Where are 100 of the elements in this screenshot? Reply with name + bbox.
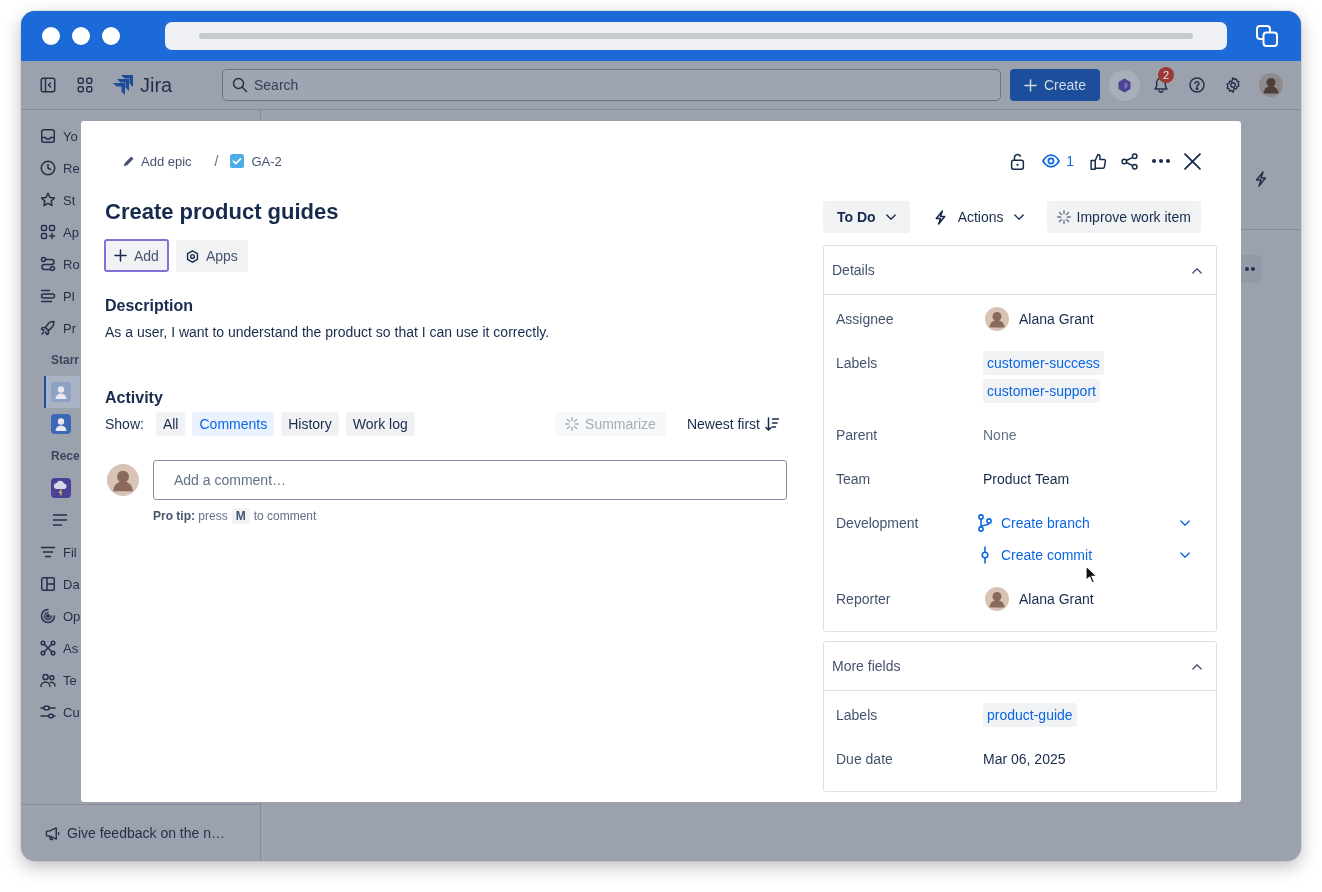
nodes-icon bbox=[40, 640, 56, 656]
chevron-down-icon[interactable] bbox=[1180, 551, 1190, 559]
plus-icon bbox=[1024, 78, 1037, 92]
sliders-icon bbox=[40, 704, 56, 720]
list-icon bbox=[52, 512, 68, 528]
filter-tab[interactable]: History bbox=[281, 412, 339, 436]
sidebar-item[interactable]: Op bbox=[40, 600, 81, 632]
search-icon bbox=[232, 77, 248, 93]
add-epic-button[interactable]: Add epic bbox=[117, 149, 198, 173]
breadcrumb-separator: / bbox=[214, 153, 219, 169]
sort-button[interactable]: Newest first bbox=[678, 412, 787, 436]
pro-tip-text: to comment bbox=[253, 508, 317, 524]
actions-dropdown[interactable]: Actions bbox=[925, 201, 1031, 233]
thumbs-up-icon[interactable] bbox=[1090, 152, 1107, 170]
sidebar-item[interactable]: Cu bbox=[40, 696, 80, 728]
watchers-button[interactable]: 1 bbox=[1040, 149, 1076, 173]
megaphone-icon bbox=[45, 825, 60, 841]
panel-toggle[interactable]: Details bbox=[824, 246, 1216, 295]
avatar-icon bbox=[985, 307, 1009, 331]
improve-work-item-button[interactable]: Improve work item bbox=[1046, 201, 1201, 233]
tray-icon bbox=[40, 128, 56, 144]
sidebar-item[interactable]: Yo bbox=[40, 120, 78, 152]
sidebar-project-item[interactable] bbox=[44, 376, 80, 408]
notification-badge: 2 bbox=[1158, 67, 1174, 83]
user-name: Alana Grant bbox=[1019, 310, 1094, 329]
filter-icon bbox=[40, 544, 56, 560]
panel-toggle[interactable]: More fields bbox=[824, 642, 1216, 691]
chevron-up-icon bbox=[1192, 662, 1202, 670]
window-control-icon[interactable] bbox=[42, 27, 60, 45]
section-heading: Starr bbox=[51, 352, 79, 369]
clock-icon bbox=[40, 160, 56, 176]
field-label: Development bbox=[836, 514, 919, 533]
sidebar-item[interactable]: Fil bbox=[40, 536, 77, 568]
app-switcher-icon[interactable] bbox=[77, 77, 93, 93]
field-label: Assignee bbox=[836, 310, 894, 329]
avatar-icon[interactable] bbox=[1259, 73, 1283, 97]
filter-tab[interactable]: All bbox=[155, 412, 186, 436]
sidebar-item[interactable]: As bbox=[40, 632, 79, 664]
lightning-icon[interactable] bbox=[1253, 171, 1269, 187]
star-icon bbox=[40, 192, 56, 208]
comment-field[interactable]: Add a comment… bbox=[153, 460, 787, 500]
hexagon-app-icon[interactable] bbox=[1109, 69, 1140, 101]
sidebar-item[interactable]: Ro bbox=[40, 248, 80, 280]
filter-tab[interactable]: Comments bbox=[192, 412, 275, 436]
more-button[interactable] bbox=[1241, 255, 1261, 283]
window-control-icon[interactable] bbox=[102, 27, 120, 45]
development-link[interactable]: Create branch bbox=[978, 511, 1090, 535]
work-item-key-link[interactable]: GA-2 bbox=[224, 149, 288, 173]
label-tag[interactable]: product-guide bbox=[983, 703, 1077, 727]
development-link[interactable]: Create commit bbox=[978, 543, 1093, 567]
search-field[interactable]: Search bbox=[222, 69, 1001, 101]
unlocked-padlock-icon[interactable] bbox=[1009, 152, 1027, 170]
window-control-icon[interactable] bbox=[72, 27, 90, 45]
sidebar-toggle-icon[interactable] bbox=[40, 77, 56, 93]
feedback-link[interactable]: Give feedback on the n… bbox=[45, 825, 225, 841]
help-icon[interactable] bbox=[1189, 77, 1205, 93]
copy-icon[interactable] bbox=[1256, 25, 1278, 47]
create-button[interactable]: Create bbox=[1010, 69, 1100, 101]
more-icon[interactable] bbox=[1152, 159, 1170, 163]
avatar-icon bbox=[985, 587, 1009, 611]
sidebar-item[interactable]: Re bbox=[40, 152, 80, 184]
sidebar-item[interactable]: Pr bbox=[40, 312, 76, 344]
field-label: Parent bbox=[836, 426, 878, 445]
apps-grid-icon bbox=[40, 224, 56, 240]
sidebar-item[interactable]: Ap bbox=[40, 216, 79, 248]
sparkle-icon bbox=[565, 417, 580, 431]
share-icon[interactable] bbox=[1121, 152, 1138, 170]
description-text: As a user, I want to understand the product so that I can use it correctly. bbox=[105, 323, 550, 342]
rocket-icon bbox=[40, 320, 56, 336]
pro-tip-text: Pro tip: press bbox=[153, 508, 228, 524]
route-icon bbox=[40, 256, 56, 272]
bell-icon[interactable] bbox=[1153, 77, 1169, 93]
section-heading: Activity bbox=[105, 388, 163, 408]
chevron-down-icon bbox=[885, 213, 896, 221]
settings-icon[interactable] bbox=[1225, 77, 1241, 93]
sidebar-item[interactable]: Da bbox=[40, 568, 80, 600]
app-logo-icon[interactable] bbox=[113, 75, 133, 95]
field-label: Labels bbox=[836, 706, 878, 725]
pencil-icon bbox=[123, 155, 134, 167]
sort-icon bbox=[765, 417, 779, 431]
sidebar-item[interactable]: Pl bbox=[40, 280, 75, 312]
apps-button[interactable]: Apps bbox=[175, 240, 248, 272]
close-icon[interactable] bbox=[1184, 152, 1201, 170]
field-label: Reporter bbox=[836, 590, 891, 609]
field-value: Mar 06, 2025 bbox=[983, 751, 1066, 767]
status-dropdown[interactable]: To Do bbox=[823, 201, 910, 233]
field-label: Due date bbox=[836, 750, 893, 769]
hexagon-icon bbox=[185, 249, 199, 263]
label-tag[interactable]: customer-success bbox=[983, 351, 1104, 375]
add-button[interactable]: Add bbox=[104, 239, 169, 272]
label-tag[interactable]: customer-support bbox=[983, 379, 1100, 403]
filter-label: Show: bbox=[105, 416, 144, 432]
filter-tab[interactable]: Work log bbox=[345, 412, 415, 436]
chevron-down-icon[interactable] bbox=[1180, 519, 1190, 527]
sidebar-item[interactable]: St bbox=[40, 184, 76, 216]
keyboard-key: M bbox=[231, 508, 250, 524]
eye-icon bbox=[1042, 154, 1061, 168]
mouse-pointer-icon bbox=[1085, 565, 1097, 584]
sidebar-item[interactable]: Te bbox=[40, 664, 77, 696]
sparkle-icon bbox=[1056, 210, 1071, 224]
